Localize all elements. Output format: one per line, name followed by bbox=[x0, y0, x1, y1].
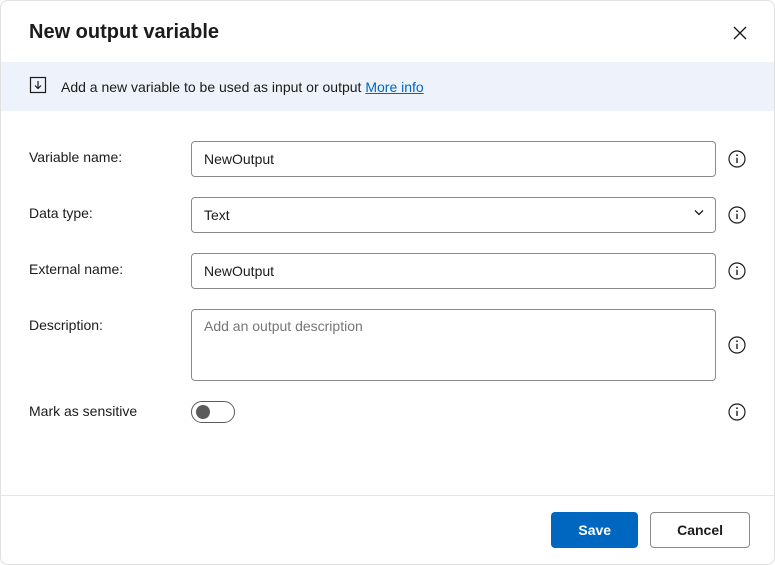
mark-sensitive-toggle[interactable] bbox=[191, 401, 235, 423]
close-button[interactable] bbox=[730, 23, 750, 43]
info-icon bbox=[728, 150, 746, 168]
info-icon bbox=[728, 262, 746, 280]
mark-sensitive-row: Mark as sensitive bbox=[29, 401, 746, 423]
variable-name-row: Variable name: bbox=[29, 141, 746, 177]
external-name-label: External name: bbox=[29, 253, 191, 277]
mark-sensitive-label: Mark as sensitive bbox=[29, 401, 191, 419]
close-icon bbox=[733, 26, 747, 40]
banner-message: Add a new variable to be used as input o… bbox=[61, 79, 361, 95]
variable-name-info-button[interactable] bbox=[728, 150, 746, 168]
external-name-input[interactable] bbox=[191, 253, 716, 289]
data-type-select[interactable]: Text bbox=[191, 197, 716, 233]
variable-io-icon bbox=[29, 76, 47, 97]
info-banner: Add a new variable to be used as input o… bbox=[1, 62, 774, 111]
variable-name-input[interactable] bbox=[191, 141, 716, 177]
info-icon bbox=[728, 206, 746, 224]
data-type-value: Text bbox=[204, 207, 230, 223]
data-type-info-button[interactable] bbox=[728, 206, 746, 224]
mark-sensitive-info-button[interactable] bbox=[728, 403, 746, 421]
dialog-footer: Save Cancel bbox=[1, 495, 774, 564]
description-textarea[interactable] bbox=[191, 309, 716, 381]
info-banner-text: Add a new variable to be used as input o… bbox=[61, 79, 424, 95]
info-icon bbox=[728, 403, 746, 421]
data-type-row: Data type: Text bbox=[29, 197, 746, 233]
data-type-label: Data type: bbox=[29, 197, 191, 221]
external-name-info-button[interactable] bbox=[728, 262, 746, 280]
dialog-title: New output variable bbox=[29, 21, 219, 44]
new-output-variable-dialog: New output variable Add a new variable t… bbox=[0, 0, 775, 565]
variable-name-label: Variable name: bbox=[29, 141, 191, 165]
description-row: Description: bbox=[29, 309, 746, 381]
save-button[interactable]: Save bbox=[551, 512, 638, 548]
description-info-button[interactable] bbox=[728, 336, 746, 354]
dialog-header: New output variable bbox=[1, 1, 774, 62]
more-info-link[interactable]: More info bbox=[365, 79, 423, 95]
toggle-knob bbox=[196, 405, 210, 419]
cancel-button[interactable]: Cancel bbox=[650, 512, 750, 548]
description-label: Description: bbox=[29, 309, 191, 333]
info-icon bbox=[728, 336, 746, 354]
form-body: Variable name: Data type: Text bbox=[1, 111, 774, 495]
external-name-row: External name: bbox=[29, 253, 746, 289]
